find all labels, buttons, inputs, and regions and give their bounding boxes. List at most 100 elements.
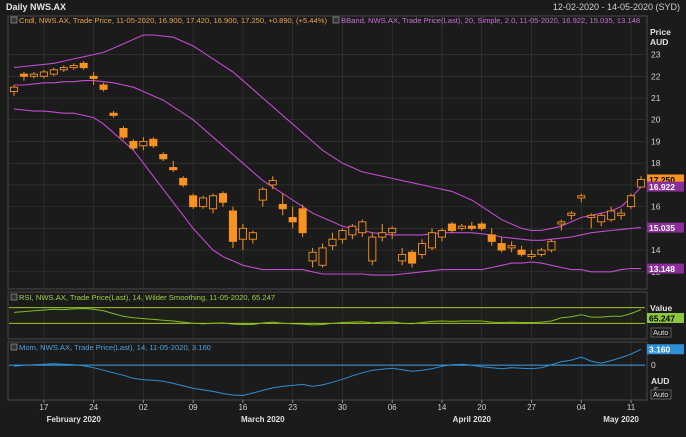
momentum-value-tag: 3.160 — [649, 345, 671, 355]
candle-body — [308, 251, 317, 262]
candle-body — [149, 138, 158, 147]
x-day-label: 17 — [39, 403, 48, 412]
candle-legend: Cndl, NWS.AX, Trade Price, 11-05-2020, 1… — [19, 16, 327, 25]
x-day-label: 30 — [338, 403, 347, 412]
rsi-legend-icon — [10, 293, 18, 301]
candle-body — [358, 221, 367, 234]
price-tick-label: 20 — [651, 115, 661, 125]
candle-body — [398, 253, 407, 262]
price-tick-label: 21 — [651, 93, 661, 103]
chart-header: Daily NWS.AX 12-02-2020 - 14-05-2020 (SY… — [0, 0, 686, 15]
candle-body — [169, 167, 178, 171]
candle-body — [69, 64, 78, 69]
bband-middle-line — [14, 80, 642, 241]
x-month-label: February 2020 — [47, 415, 102, 424]
momentum-axis-title: AUD — [651, 376, 669, 386]
price-tick-label: 14 — [651, 245, 661, 255]
candle-body — [89, 75, 98, 79]
chart-title: Daily NWS.AX — [6, 2, 67, 12]
price-tick-label: 19 — [651, 136, 661, 146]
candle-body — [159, 154, 168, 160]
candle-body — [557, 221, 566, 225]
candle-body — [209, 195, 218, 210]
bband-upper-line — [13, 34, 642, 232]
candle-legend-icon — [10, 16, 18, 24]
x-day-label: 14 — [437, 403, 446, 412]
candle-body — [348, 225, 357, 236]
x-day-label: 04 — [577, 403, 586, 412]
candle-body — [248, 232, 257, 240]
x-day-label: 20 — [477, 403, 486, 412]
momentum-legend: Mom, NWS.AX, Trade Price(Last), 14, 11-0… — [19, 343, 211, 352]
rsi-value-tag: 65.247 — [649, 314, 675, 324]
bband-legend-icon — [332, 16, 340, 24]
candle-body — [627, 195, 636, 208]
candle-body — [527, 253, 536, 258]
candle-body — [9, 86, 19, 92]
candle-body — [577, 195, 586, 199]
price-tick-label: 18 — [651, 158, 661, 168]
chart-canvas[interactable]: 2322212019181716151413PriceAUDCndl, NWS.… — [0, 0, 686, 432]
candle-body — [179, 177, 188, 186]
x-day-label: 02 — [139, 403, 148, 412]
candle-body — [517, 249, 526, 255]
momentum-legend-icon — [10, 343, 18, 351]
candle-body — [547, 240, 556, 251]
candle-body — [298, 208, 307, 234]
candle-body — [607, 210, 616, 221]
x-day-label: 09 — [189, 403, 198, 412]
momentum-auto-label: Auto — [653, 390, 668, 399]
candle-body — [278, 204, 287, 210]
candle-body — [318, 247, 327, 266]
candle-body — [268, 180, 277, 186]
price-tick-label: 22 — [651, 71, 661, 81]
candle-body — [238, 227, 247, 240]
bband-tag: 15.035 — [649, 223, 675, 233]
price-axis-title: Price — [650, 27, 671, 37]
rsi-pane: RSI, NWS.AX, Trade Price(Last), 14, Wild… — [9, 293, 684, 338]
date-range: 12-02-2020 - 14-05-2020 (SYD) — [552, 2, 680, 12]
candle-body — [537, 249, 546, 255]
candle-body — [109, 112, 118, 116]
x-day-label: 06 — [388, 403, 397, 412]
candle-body — [139, 141, 148, 147]
x-day-label: 23 — [288, 403, 297, 412]
candle-body — [119, 127, 128, 138]
candle-body — [477, 223, 486, 229]
candle-body — [39, 71, 48, 77]
candle-body — [567, 212, 576, 216]
candle-body — [467, 225, 476, 229]
candle-body — [19, 73, 28, 77]
candle-body — [447, 223, 456, 231]
candle-body — [199, 197, 208, 208]
x-day-label: 24 — [89, 403, 98, 412]
candle-body — [507, 245, 516, 249]
bband-tag: 16.922 — [649, 182, 675, 192]
candle-body — [437, 230, 446, 238]
candle-body — [328, 238, 337, 247]
candle-body — [258, 188, 267, 201]
candle-body — [49, 69, 58, 75]
x-day-label: 27 — [527, 403, 536, 412]
x-month-label: March 2020 — [241, 415, 285, 424]
candle-body — [378, 232, 387, 238]
candle-body — [368, 236, 377, 262]
rsi-auto-label: Auto — [653, 328, 668, 337]
candle-body — [79, 62, 88, 69]
candle-body — [617, 212, 626, 216]
x-month-label: April 2020 — [453, 415, 492, 424]
candle-body — [129, 141, 138, 149]
candle-body — [189, 195, 198, 208]
price-axis-unit: AUD — [650, 37, 668, 47]
price-tick-label: 16 — [651, 202, 661, 212]
candle-body — [636, 179, 646, 188]
bband-legend: BBand, NWS.AX, Trade Price(Last), 20, Si… — [341, 16, 640, 25]
candle-body — [218, 193, 228, 203]
candle-body — [418, 243, 427, 255]
momentum-line — [13, 348, 642, 397]
chart-window: Daily NWS.AX 12-02-2020 - 14-05-2020 (SY… — [0, 0, 686, 432]
momentum-pane: Mom, NWS.AX, Trade Price(Last), 14, 11-0… — [9, 343, 684, 400]
price-pane: 2322212019181716151413PriceAUDCndl, NWS.… — [9, 16, 684, 277]
candle-body — [388, 227, 397, 234]
candle-body — [99, 84, 108, 90]
